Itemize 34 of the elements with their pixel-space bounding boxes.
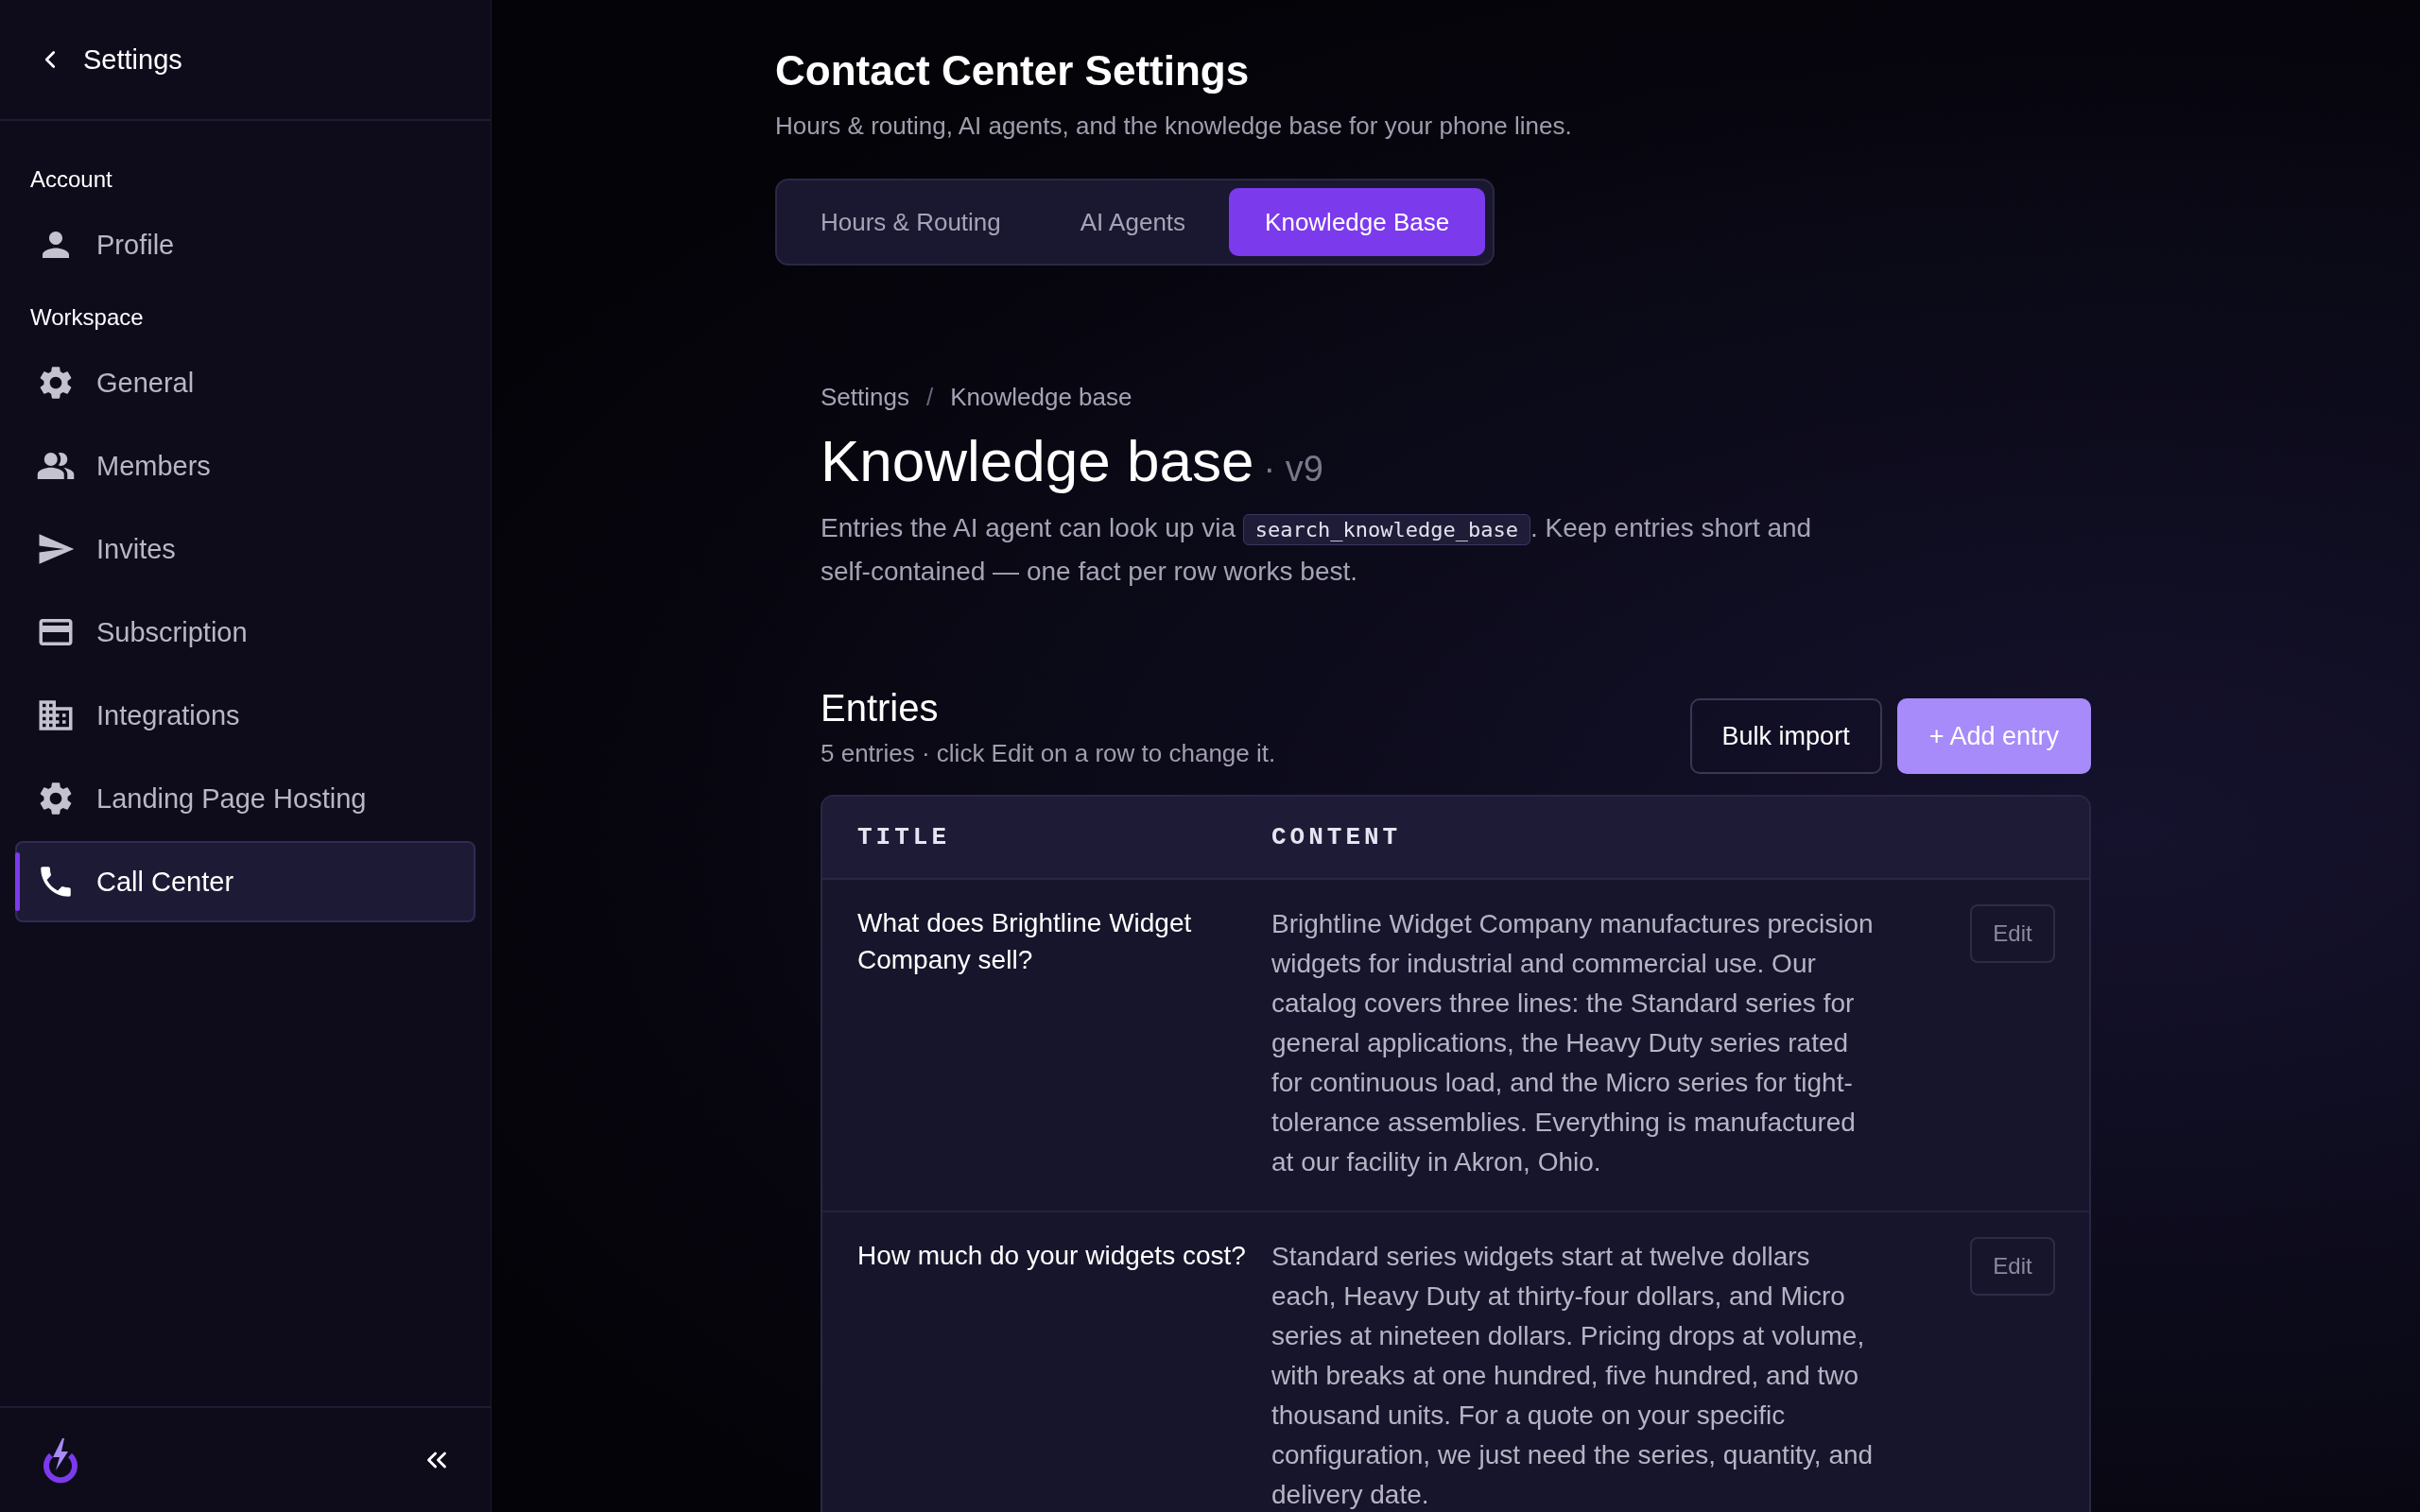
page-subtitle: Hours & routing, AI agents, and the knowledge base for your phone lines. <box>775 112 1573 141</box>
sidebar-item[interactable]: Subscription <box>15 592 475 673</box>
bulk-import-button[interactable]: Bulk import <box>1689 698 1882 774</box>
tab[interactable]: AI Agents <box>1044 188 1222 256</box>
column-header: CONTENT <box>1271 823 1403 851</box>
tab[interactable]: Knowledge Base <box>1229 188 1486 256</box>
sidebar-item[interactable]: Landing Page Hosting <box>15 758 475 839</box>
sidebar-item[interactable]: Call Center <box>15 841 475 922</box>
breadcrumb-separator: / <box>925 383 934 412</box>
description: Entries the AI agent can look up via search_knowledge_base . Keep entries short and self-contained — one fact per row works best. <box>821 512 1813 588</box>
entries-title: Entries <box>821 687 940 730</box>
table-cell-text: Standard series widgets start at twelve dollars each, Heavy Duty at thirty-four dollars, and Micro series at nineteen dollars. Pricing drops at volume, with breaks at one hundred, five hundred, and two thousand units. For a quote on your specific configuration, we just need the series, quantity, and delivery date. <box>1271 1241 1875 1511</box>
back-button[interactable]: Settings <box>36 43 182 76</box>
sidebar-item[interactable]: Invites <box>15 508 475 590</box>
table-cell-text: What does Brightline Widget Company sell? <box>856 907 1193 976</box>
edit-button[interactable]: Edit <box>1970 904 2055 963</box>
entries-summary: 5 entries · click Edit on a row to change it. <box>821 739 1276 768</box>
sidebar-item[interactable]: Members <box>15 425 475 507</box>
breadcrumb-link[interactable]: Knowledge base <box>950 383 1132 412</box>
column-header: TITLE <box>856 823 951 851</box>
back-label: Settings <box>83 43 182 76</box>
sidebar-item[interactable]: Integrations <box>15 675 475 756</box>
section-label: Workspace <box>29 303 145 332</box>
section-label: Account <box>29 165 113 194</box>
sidebar-item[interactable]: General <box>15 342 475 423</box>
table-cell-text: Brightline Widget Company manufactures precision widgets for industrial and commercial use. Our catalog covers three lines: the Standard series for general applications, the Heavy Duty series rated for continuous load, and the Micro series for tight-tolerance assemblies. Everything is manufactured at our facility in Akron, Ohio. <box>1271 908 1875 1178</box>
edit-button[interactable]: Edit <box>1970 1237 2055 1296</box>
sidebar-item[interactable]: Profile <box>15 204 475 285</box>
breadcrumb-link[interactable]: Settings <box>821 383 909 412</box>
tab[interactable]: Hours & Routing <box>785 188 1037 256</box>
section-title: Knowledge base <box>821 427 1254 494</box>
table-cell-text: How much do your widgets cost? <box>856 1240 1247 1272</box>
page-title: Contact Center Settings <box>775 47 1251 94</box>
version-label: · v9 <box>1263 449 1323 490</box>
